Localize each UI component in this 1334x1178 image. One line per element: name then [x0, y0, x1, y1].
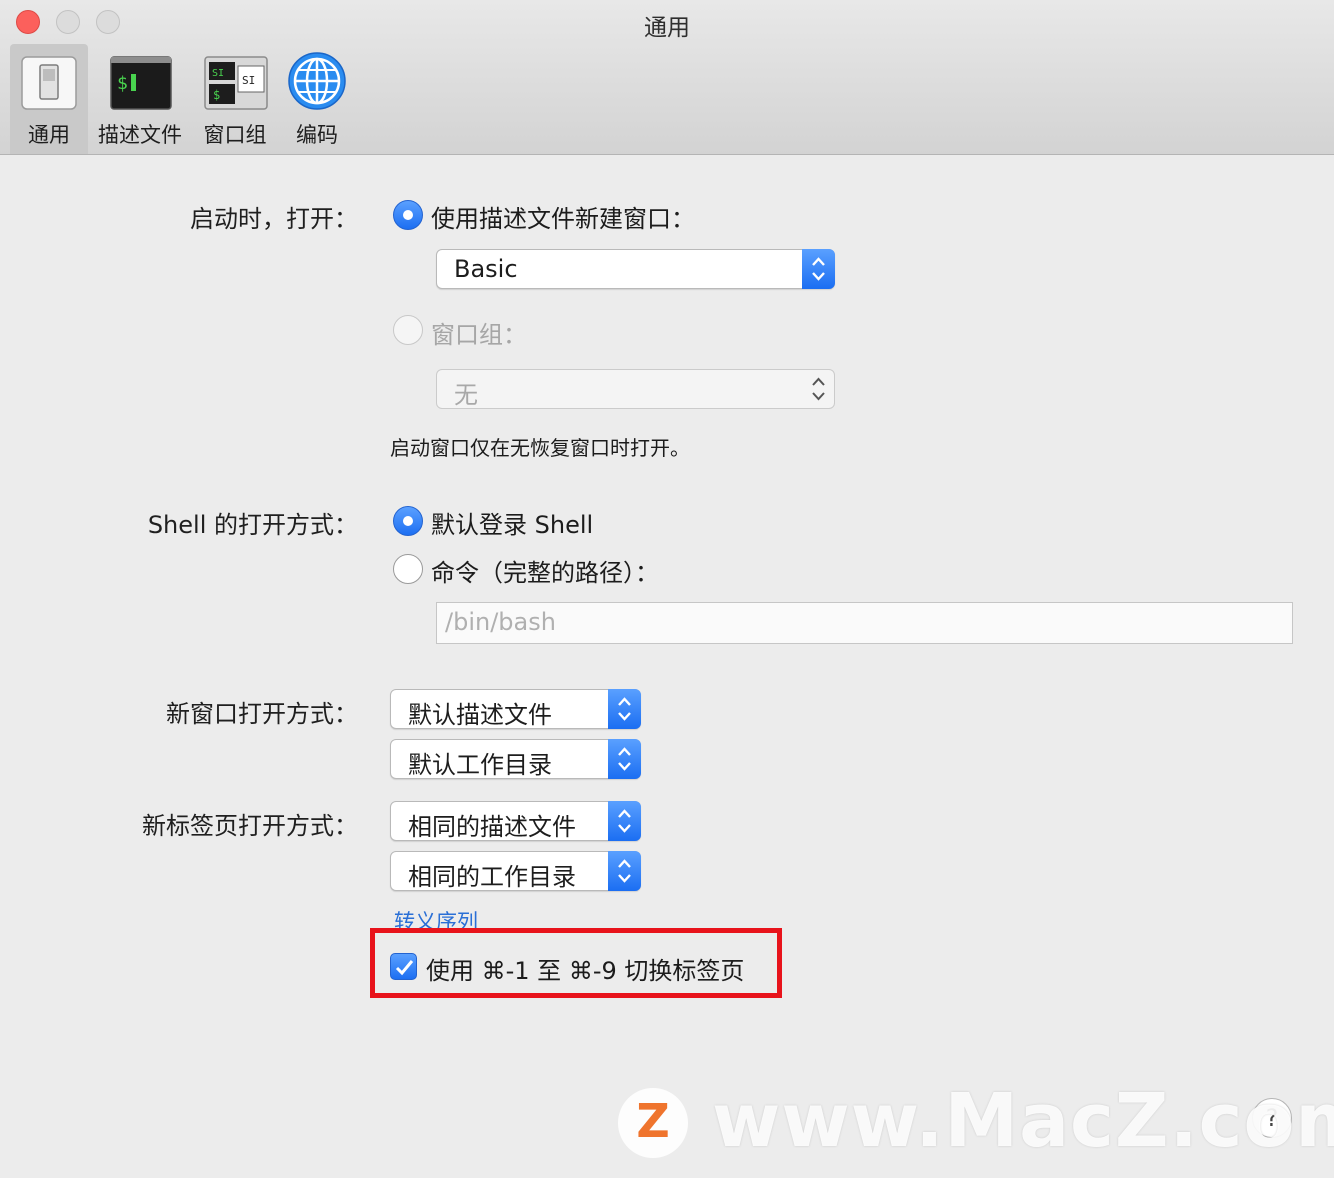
watermark-text: www.MacZ.com	[712, 1078, 1334, 1164]
chevron-up-down-icon	[802, 249, 835, 289]
startup-group-option-label: 窗口组：	[431, 321, 527, 349]
toolbar-item-general[interactable]: 通用	[10, 44, 88, 154]
startup-note: 启动窗口仅在无恢复窗口时打开。	[390, 436, 690, 460]
startup-profile-option-label: 使用描述文件新建窗口：	[431, 205, 695, 233]
startup-profile-popup[interactable]: Basic	[436, 249, 835, 289]
watermark-logo: Z	[618, 1088, 688, 1158]
new-window-profile-popup[interactable]: 默认描述文件	[390, 689, 641, 729]
toolbar-item-encodings[interactable]: 编码	[280, 44, 354, 154]
checkmark-icon	[395, 960, 414, 976]
chevron-up-down-icon	[802, 369, 835, 409]
toolbar-label-profiles: 描述文件	[98, 123, 182, 147]
startup-group-popup[interactable]: 无	[436, 369, 835, 409]
shell-default-radio[interactable]	[393, 506, 423, 536]
toolbar-item-profiles[interactable]: $ 描述文件	[92, 44, 188, 154]
startup-profile-radio[interactable]	[393, 200, 423, 230]
new-tab-label: 新标签页打开方式：	[142, 812, 358, 840]
svg-text:$: $	[213, 88, 220, 102]
new-window-profile-value: 默认描述文件	[408, 701, 552, 729]
svg-text:$: $	[117, 73, 128, 94]
terminal-profile-icon: $	[110, 56, 172, 114]
shell-command-option-label: 命令（完整的路径）：	[431, 559, 659, 587]
shell-command-field[interactable]: /bin/bash	[436, 602, 1293, 644]
window-groups-icon: SI SI $	[204, 56, 268, 114]
svg-text:SI: SI	[242, 74, 255, 87]
startup-group-radio[interactable]	[393, 315, 423, 345]
chevron-up-down-icon	[608, 801, 641, 841]
toolbar-label-general: 通用	[28, 123, 70, 147]
svg-text:SI: SI	[212, 68, 224, 79]
startup-label: 启动时，打开：	[190, 205, 358, 233]
chevron-up-down-icon	[608, 689, 641, 729]
general-switch-icon	[21, 56, 77, 114]
new-tab-directory-popup[interactable]: 相同的工作目录	[390, 851, 641, 891]
toolbar-label-encodings: 编码	[296, 123, 338, 147]
window-titlebar: 通用 通用 $ 描述文件 SI SI $ 窗口组 编码	[0, 0, 1334, 155]
new-tab-profile-value: 相同的描述文件	[408, 813, 576, 841]
new-tab-directory-value: 相同的工作目录	[408, 863, 576, 891]
new-window-directory-popup[interactable]: 默认工作目录	[390, 739, 641, 779]
tab-switch-checkbox-label: 使用 ⌘-1 至 ⌘-9 切换标签页	[426, 957, 745, 985]
new-window-directory-value: 默认工作目录	[408, 751, 552, 779]
shell-label: Shell 的打开方式：	[147, 511, 358, 539]
shell-default-option-label: 默认登录 Shell	[431, 511, 594, 539]
startup-profile-value: Basic	[454, 255, 518, 283]
globe-icon	[287, 51, 347, 115]
toolbar-item-window-groups[interactable]: SI SI $ 窗口组	[196, 44, 274, 154]
startup-group-value: 无	[454, 381, 478, 409]
toolbar-label-window-groups: 窗口组	[203, 123, 267, 147]
new-window-label: 新窗口打开方式：	[166, 700, 358, 728]
chevron-up-down-icon	[608, 739, 641, 779]
shell-command-radio[interactable]	[393, 554, 423, 584]
chevron-up-down-icon	[608, 851, 641, 891]
window-title: 通用	[644, 15, 690, 41]
tab-switch-checkbox[interactable]	[390, 953, 417, 980]
new-tab-profile-popup[interactable]: 相同的描述文件	[390, 801, 641, 841]
